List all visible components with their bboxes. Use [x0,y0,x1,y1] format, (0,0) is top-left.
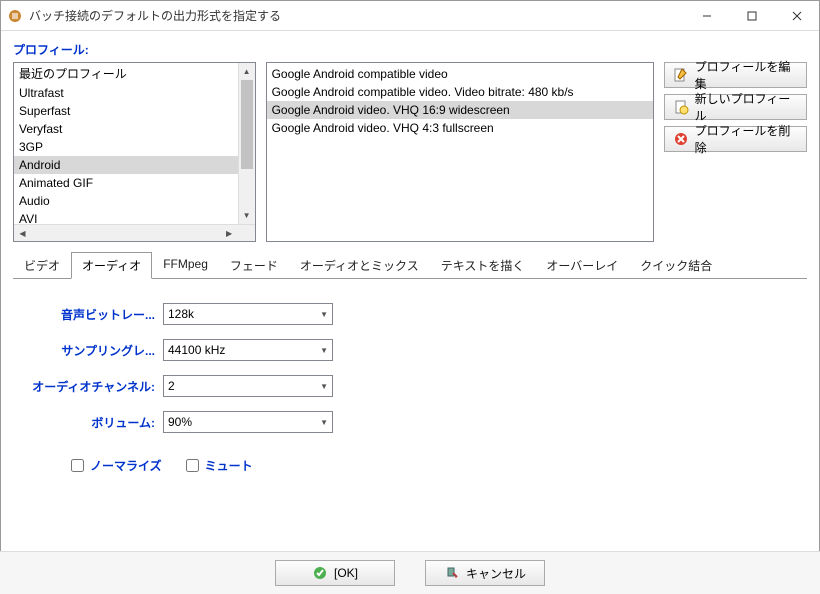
tab-2[interactable]: FFMpeg [152,252,219,279]
maximize-button[interactable] [729,1,774,30]
edit-icon [673,67,689,83]
profile-list-item[interactable]: Google Android compatible video. Video b… [267,83,653,101]
chevron-down-icon: ▼ [320,418,328,427]
tab-4[interactable]: オーディオとミックス [289,252,430,279]
category-listbox[interactable]: 最近のプロフィールUltrafastSuperfastVeryfast3GPAn… [13,62,256,242]
edit-profile-button[interactable]: プロフィールを編集 [664,62,807,88]
tab-6[interactable]: オーバーレイ [535,252,629,279]
ok-button[interactable]: [OK] [275,560,395,586]
profile-list-item[interactable]: Google Android compatible video [267,65,653,83]
edit-profile-label: プロフィールを編集 [695,58,798,92]
mute-checkbox[interactable]: ミュート [186,457,253,474]
normalize-input[interactable] [71,459,84,472]
channels-label: オーディオチャンネル: [23,378,163,395]
scroll-right-icon[interactable]: ▶ [221,225,238,241]
tab-strip: ビデオオーディオFFMpegフェードオーディオとミックステキストを描くオーバーレ… [13,252,807,279]
app-icon [7,8,23,24]
ok-label: [OK] [334,566,358,580]
scrollbar-thumb[interactable] [241,80,253,169]
normalize-checkbox[interactable]: ノーマライズ [71,457,162,474]
delete-profile-label: プロフィールを削除 [695,122,798,156]
titlebar: バッチ接続のデフォルトの出力形式を指定する [1,1,819,31]
ok-icon [312,565,328,581]
dialog-button-bar: [OK] キャンセル [0,551,820,594]
sampling-value: 44100 kHz [168,343,225,357]
new-profile-label: 新しいプロフィール [695,90,798,124]
profile-list-item[interactable]: Google Android video. VHQ 16:9 widescree… [267,101,653,119]
minimize-button[interactable] [684,1,729,30]
audio-tab-panel: 音声ビットレー... 128k ▼ サンプリングレ... 44100 kHz ▼… [13,278,807,578]
profile-label: プロフィール: [13,41,807,58]
sampling-label: サンプリングレ... [23,342,163,359]
scroll-up-icon[interactable]: ▲ [239,63,255,80]
cancel-icon [444,565,460,581]
mute-label: ミュート [205,457,253,474]
category-list-item[interactable]: AVI [14,210,238,224]
new-profile-button[interactable]: 新しいプロフィール [664,94,807,120]
category-list-item[interactable]: Android [14,156,238,174]
category-list-item[interactable]: Animated GIF [14,174,238,192]
cancel-button[interactable]: キャンセル [425,560,545,586]
tab-3[interactable]: フェード [219,252,289,279]
close-button[interactable] [774,1,819,30]
category-list-item[interactable]: 3GP [14,138,238,156]
tab-1[interactable]: オーディオ [71,252,152,279]
normalize-label: ノーマライズ [90,457,162,474]
chevron-down-icon: ▼ [320,310,328,319]
tab-5[interactable]: テキストを描く [430,252,536,279]
scroll-left-icon[interactable]: ◀ [14,225,31,241]
mute-input[interactable] [186,459,199,472]
delete-profile-button[interactable]: プロフィールを削除 [664,126,807,152]
chevron-down-icon: ▼ [320,382,328,391]
category-list-item[interactable]: Veryfast [14,120,238,138]
scroll-down-icon[interactable]: ▼ [239,207,255,224]
profile-listbox[interactable]: Google Android compatible videoGoogle An… [266,62,654,242]
sampling-combo[interactable]: 44100 kHz ▼ [163,339,333,361]
tab-7[interactable]: クイック結合 [629,252,723,279]
category-list-item[interactable]: Superfast [14,102,238,120]
volume-combo[interactable]: 90% ▼ [163,411,333,433]
category-list-item[interactable]: Audio [14,192,238,210]
profile-list-item[interactable]: Google Android video. VHQ 4:3 fullscreen [267,119,653,137]
channels-value: 2 [168,379,175,393]
bitrate-label: 音声ビットレー... [23,306,163,323]
tab-0[interactable]: ビデオ [13,252,71,279]
channels-combo[interactable]: 2 ▼ [163,375,333,397]
new-icon [673,99,689,115]
volume-label: ボリューム: [23,414,163,431]
window-title: バッチ接続のデフォルトの出力形式を指定する [29,7,684,24]
cancel-label: キャンセル [466,565,526,582]
category-list-item[interactable]: 最近のプロフィール [14,63,238,84]
chevron-down-icon: ▼ [320,346,328,355]
bitrate-value: 128k [168,307,194,321]
horizontal-scrollbar[interactable]: ◀ ▶ [14,224,255,241]
delete-icon [673,131,689,147]
vertical-scrollbar[interactable]: ▲ ▼ [238,63,255,224]
bitrate-combo[interactable]: 128k ▼ [163,303,333,325]
volume-value: 90% [168,415,192,429]
category-list-item[interactable]: Ultrafast [14,84,238,102]
